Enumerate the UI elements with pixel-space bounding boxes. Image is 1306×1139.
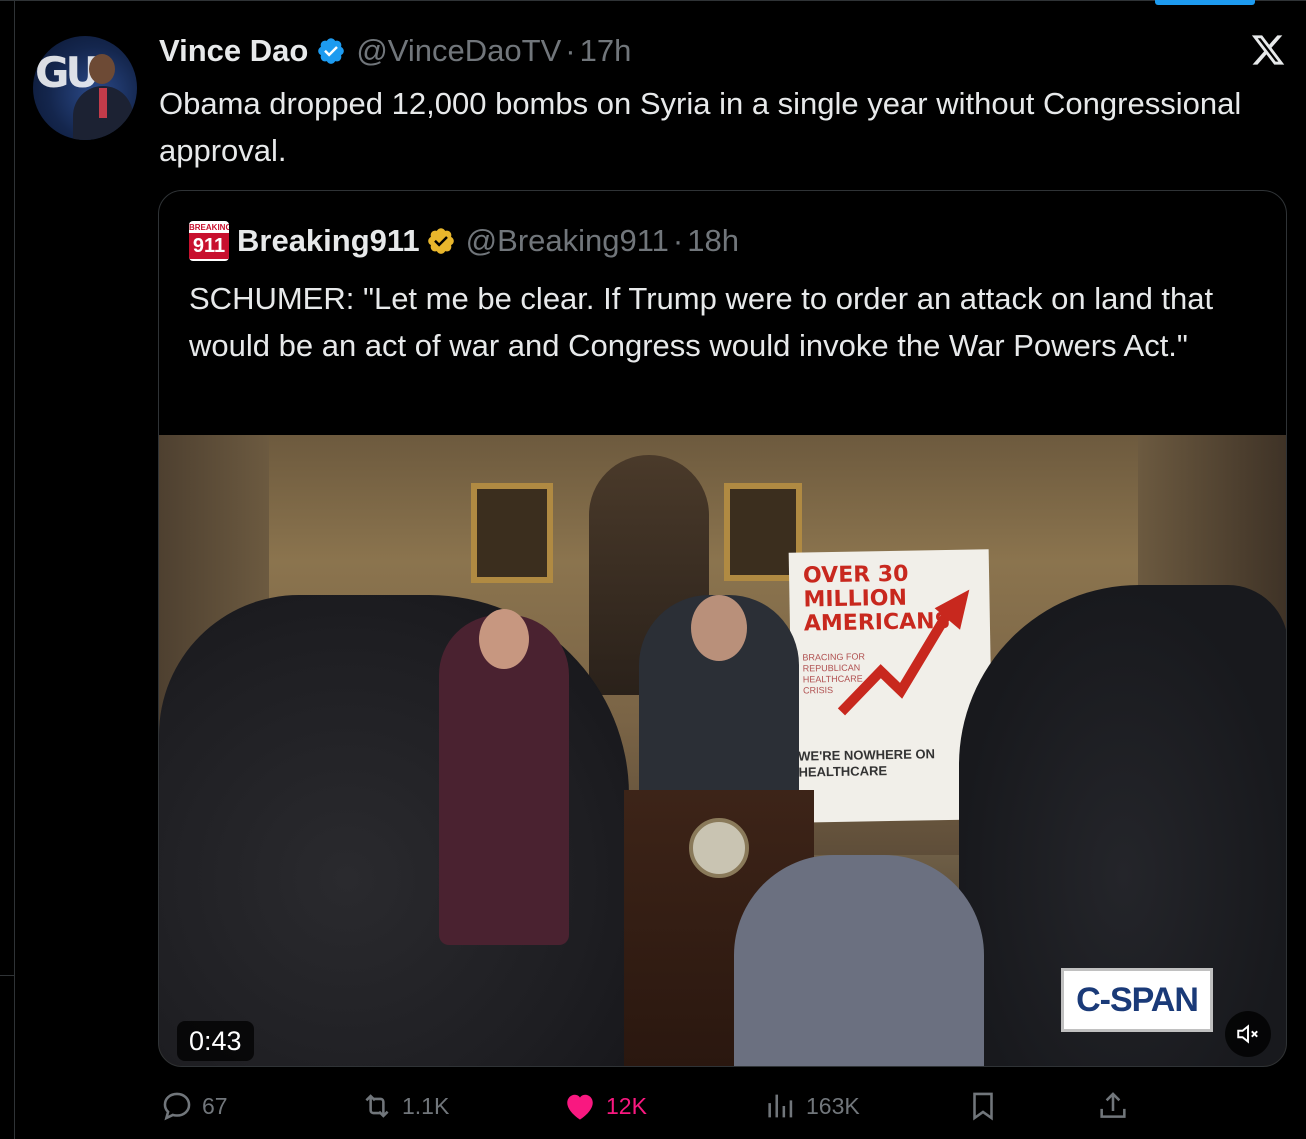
quoted-header-separator: ·: [672, 223, 684, 258]
repost-icon: [365, 1094, 389, 1118]
quoted-tweet-text: SCHUMER: "Let me be clear. If Trump were…: [189, 281, 1214, 363]
repost-count: 1.1K: [402, 1092, 450, 1119]
bookmark-icon: [973, 1092, 993, 1121]
avatar-figure-tie: [99, 88, 107, 118]
share-button[interactable]: [1096, 1086, 1138, 1126]
quoted-tweet-header: BREAKING 911 Breaking911 @Breaking911 · …: [189, 221, 739, 261]
gold-verified-badge-icon[interactable]: [426, 226, 456, 256]
like-count: 12K: [606, 1092, 647, 1119]
video-player[interactable]: OVER 30 MILLION AMERICANS BRACING FOR RE…: [159, 435, 1286, 1066]
tweet-text: Obama dropped 12,000 bombs on Syria in a…: [159, 86, 1242, 168]
quoted-avatar-top-label: BREAKING: [189, 223, 229, 232]
column-border: [14, 0, 15, 1139]
bookmark-button[interactable]: [966, 1086, 1008, 1126]
like-button[interactable]: 12K: [562, 1086, 647, 1126]
sign-footer: WE'RE NOWHERE ON HEALTHCARE: [798, 746, 936, 780]
quoted-author-avatar[interactable]: BREAKING 911: [189, 221, 229, 261]
video-scene-camera-operator: [734, 855, 984, 1066]
quoted-tweet[interactable]: BREAKING 911 Breaking911 @Breaking911 · …: [158, 190, 1287, 1067]
views-button[interactable]: 163K: [764, 1086, 860, 1126]
reply-button[interactable]: 67: [160, 1086, 228, 1126]
column-divider-stub: [0, 975, 14, 976]
cspan-watermark: C-SPAN: [1061, 968, 1213, 1032]
tweet-header: Vince Dao @VinceDaoTV · 17h: [159, 30, 631, 72]
video-scene-speaker-face: [691, 595, 747, 661]
author-handle[interactable]: @VinceDaoTV: [356, 33, 561, 69]
sign-subtext: BRACING FOR REPUBLICAN HEALTHCARE CRISIS: [802, 651, 866, 696]
like-icon: [567, 1094, 593, 1120]
tweet-timestamp[interactable]: 17h: [580, 33, 632, 69]
author-name[interactable]: Vince Dao: [159, 33, 308, 69]
reply-icon: [163, 1092, 191, 1121]
x-logo-icon: [1251, 35, 1285, 65]
author-avatar[interactable]: GU: [33, 36, 137, 140]
views-count: 163K: [806, 1092, 860, 1119]
quoted-author-handle[interactable]: @Breaking911: [466, 223, 669, 259]
video-scene-portrait-left: [471, 483, 553, 583]
quoted-author-name[interactable]: Breaking911: [237, 223, 420, 259]
repost-button[interactable]: 1.1K: [360, 1086, 449, 1126]
quoted-avatar-bottom-label: 911: [189, 233, 229, 259]
reply-count: 67: [202, 1092, 228, 1119]
active-tab-indicator: [1155, 0, 1255, 5]
video-scene-woman: [439, 609, 569, 945]
tweet-action-bar: 67 1.1K 12K 163K: [160, 1086, 1160, 1126]
video-scene-woman-face: [479, 609, 529, 669]
senate-seal: [689, 818, 749, 878]
avatar-figure-head: [89, 54, 115, 84]
share-icon: [1100, 1092, 1126, 1118]
quoted-tweet-timestamp[interactable]: 18h: [687, 223, 739, 259]
mute-button[interactable]: [1225, 1011, 1271, 1057]
sign-headline: OVER 30 MILLION AMERICANS: [802, 561, 951, 637]
header-separator: ·: [565, 33, 576, 68]
verified-badge-icon[interactable]: [316, 36, 346, 66]
top-divider: [0, 0, 1306, 1]
mute-icon: [1237, 1024, 1258, 1044]
video-duration: 0:43: [177, 1021, 254, 1061]
views-icon: [768, 1094, 793, 1118]
